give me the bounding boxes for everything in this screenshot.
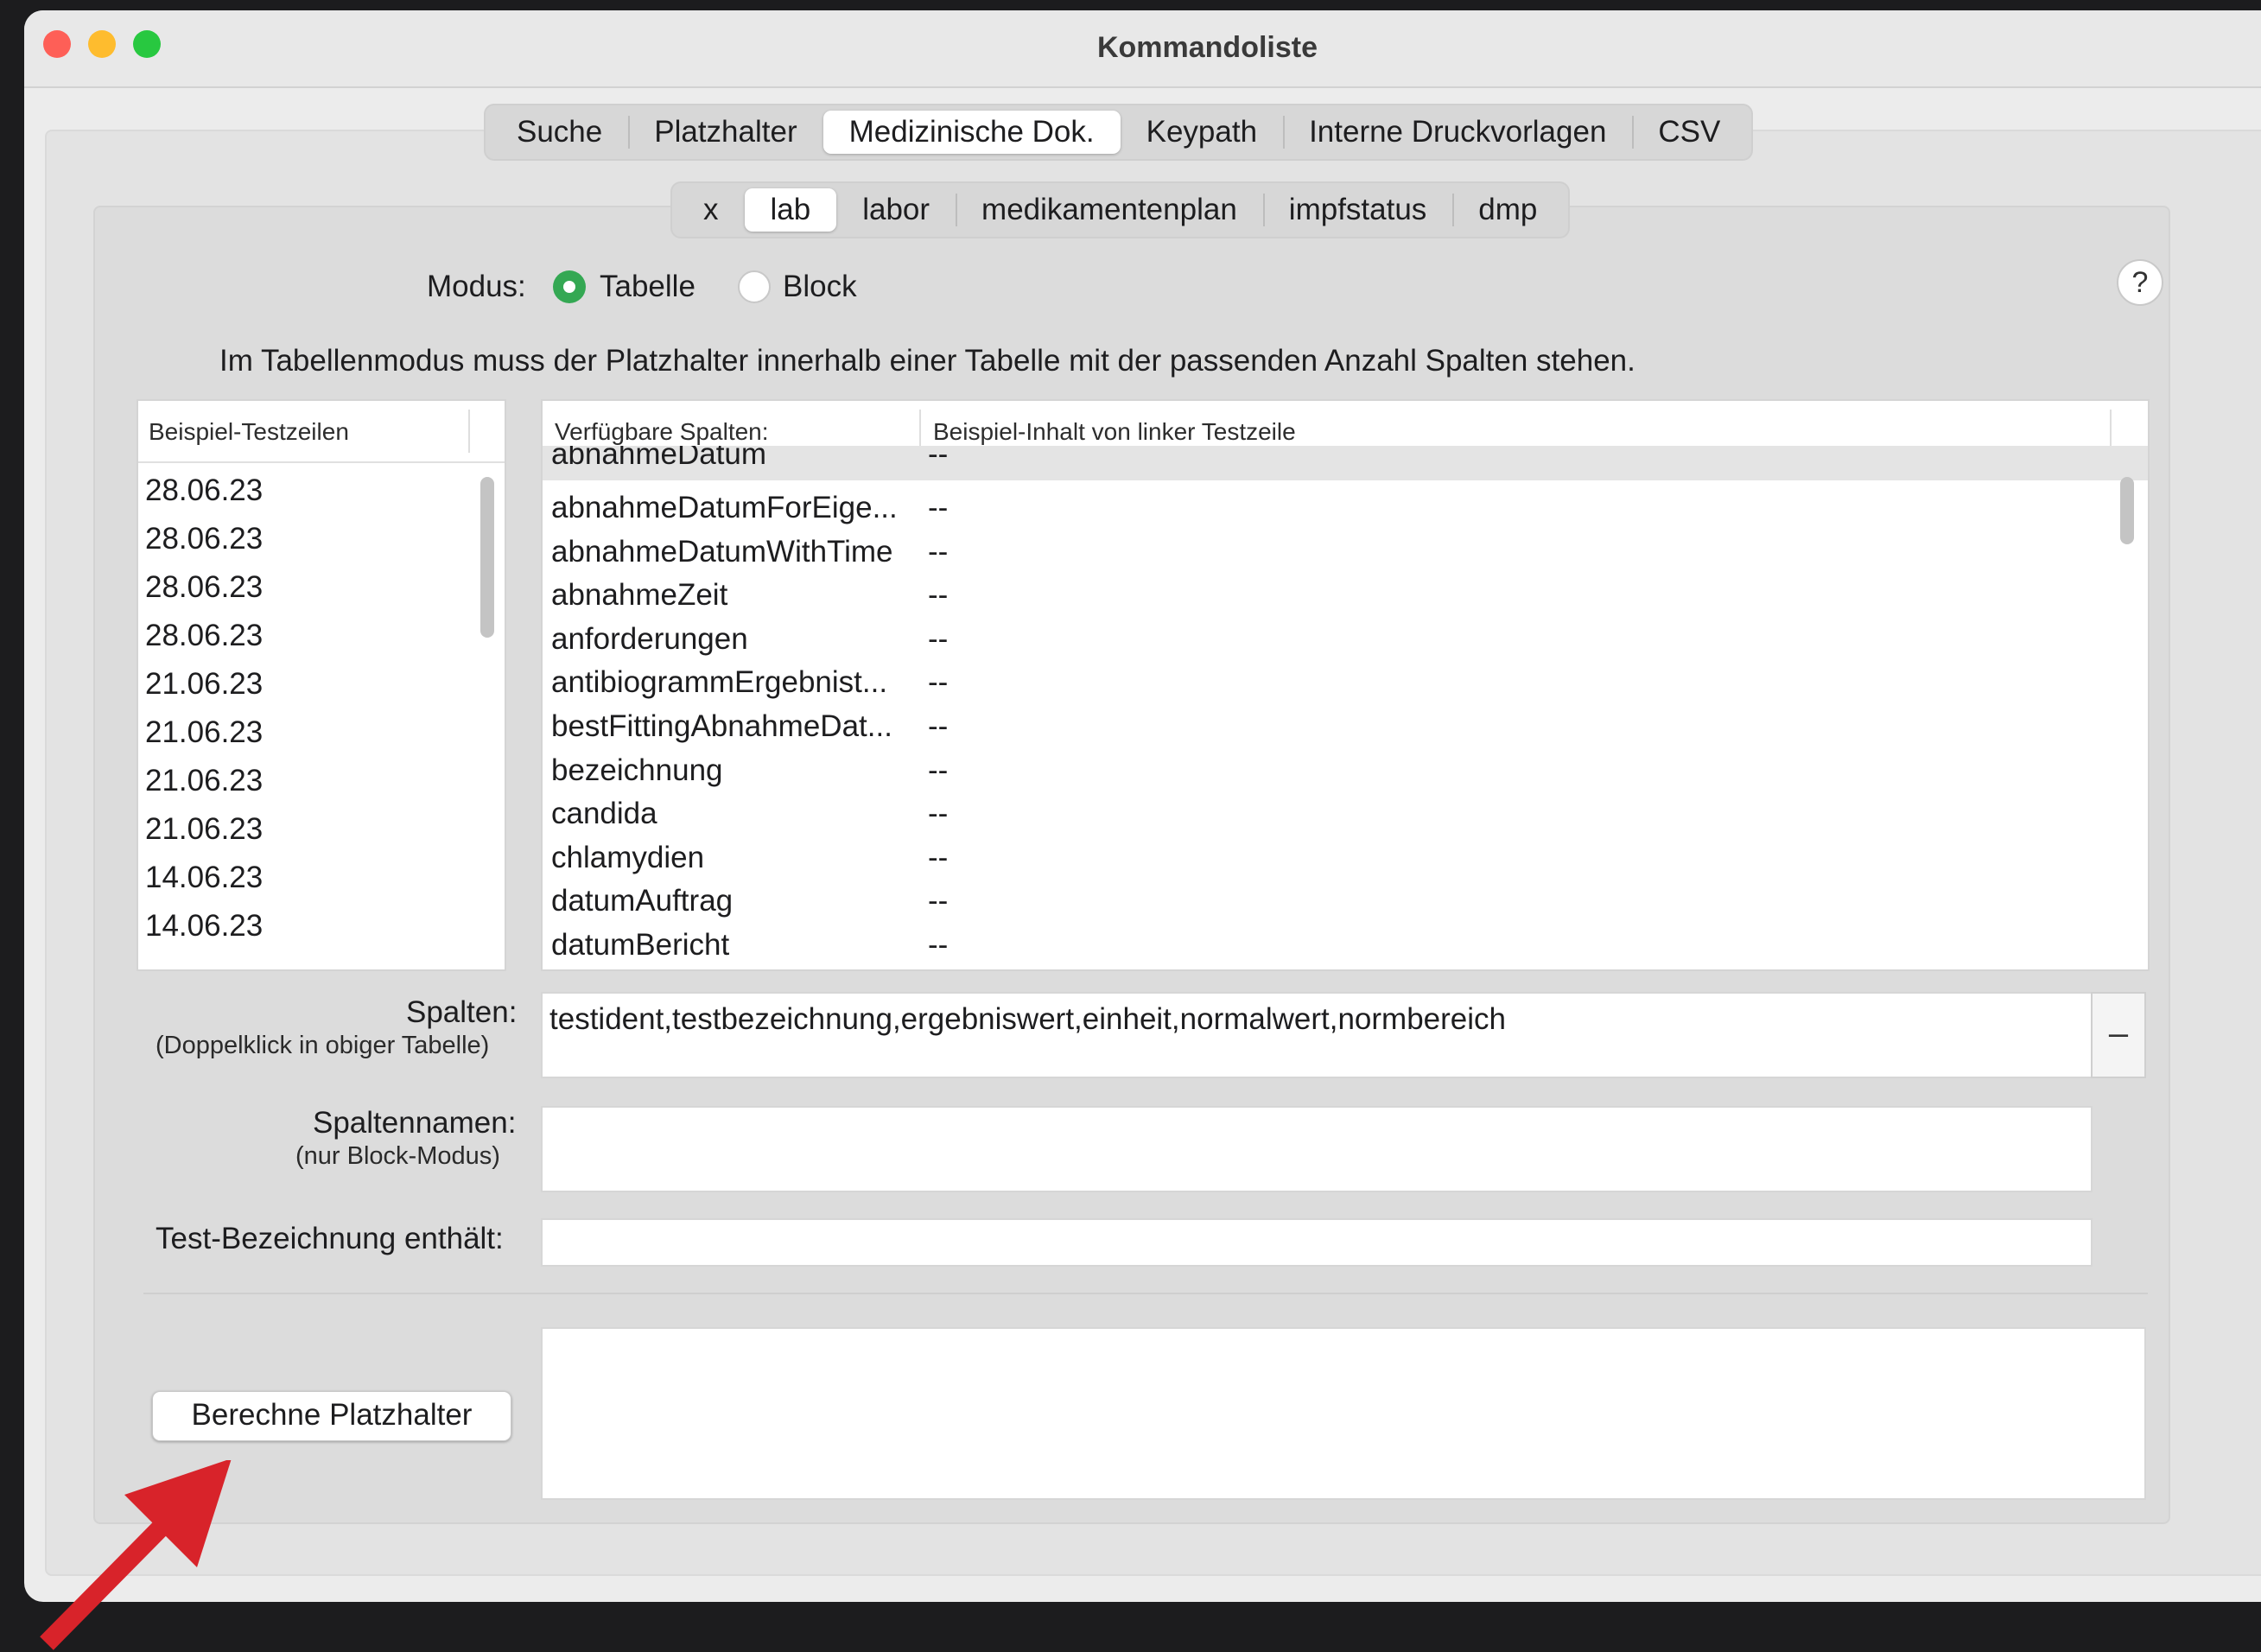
result-output-area[interactable] [541, 1327, 2146, 1500]
compute-placeholder-button[interactable]: Berechne Platzhalter [152, 1391, 511, 1441]
section-divider [143, 1293, 2148, 1294]
column-row-name: chlamydien [551, 840, 705, 874]
subtab-impfstatus[interactable]: impfstatus [1262, 188, 1453, 232]
columns-header-example[interactable]: Beispiel-Inhalt von linker Testzeile [933, 418, 1296, 446]
columns-input-value: testident,testbezeichnung,ergebniswert,e… [549, 1002, 1506, 1036]
subtab-medikamentenplan[interactable]: medikamentenplan [956, 188, 1263, 232]
column-row-example: -- [928, 753, 949, 787]
test-rows-table: Beispiel-Testzeilen 28.06.23 28.06.23 28.0… [137, 399, 506, 971]
column-row-name: abnahmeDatumWithTime [551, 534, 893, 569]
test-name-input[interactable] [541, 1218, 2093, 1267]
mode-option-table-label[interactable]: Tabelle [600, 270, 695, 304]
test-rows-scrollbar[interactable] [480, 477, 494, 638]
subtab-x[interactable]: x [677, 188, 745, 232]
column-row-example: -- [928, 840, 949, 874]
column-row-example: -- [928, 491, 949, 524]
columns-input[interactable]: testident,testbezeichnung,ergebniswert,e… [541, 992, 2093, 1078]
test-row[interactable]: 28.06.23 [145, 570, 505, 605]
titlebar: Kommandoliste [24, 10, 2261, 88]
column-row-name: abnahmeDatumForEige... [551, 491, 898, 524]
mode-radio-block[interactable] [738, 270, 771, 303]
tab-suche[interactable]: Suche [491, 111, 628, 154]
test-row[interactable]: 21.06.23 [145, 764, 505, 798]
mode-label: Modus: [427, 270, 526, 303]
test-row-partial[interactable] [145, 957, 505, 969]
column-row-example: -- [928, 709, 949, 743]
column-row-example: -- [928, 884, 949, 918]
annotation-arrow-icon [40, 1460, 232, 1650]
column-row-name: antibiogrammErgebnist... [551, 665, 888, 700]
help-button[interactable]: ? [2117, 259, 2163, 306]
mode-radio-table[interactable] [553, 270, 586, 303]
column-row-example: -- [928, 578, 949, 613]
tab-interne-druckvorlagen[interactable]: Interne Druckvorlagen [1283, 111, 1632, 154]
remove-column-button[interactable]: – [2091, 992, 2146, 1078]
main-tab-bar: Suche Platzhalter Medizinische Dok. Keyp… [484, 104, 1754, 161]
column-row-example: -- [928, 928, 949, 962]
tab-csv[interactable]: CSV [1632, 111, 1746, 154]
columns-header-name[interactable]: Verfügbare Spalten: [555, 418, 769, 446]
test-row[interactable]: 14.06.23 [145, 909, 505, 944]
test-row[interactable]: 21.06.23 [145, 667, 505, 702]
column-row-name: bestFittingAbnahmeDat... [551, 709, 892, 743]
test-row[interactable]: 14.06.23 [145, 861, 505, 895]
columns-scrollbar[interactable] [2120, 477, 2134, 544]
info-text: Im Tabellenmodus muss der Platzhalter in… [219, 344, 1635, 378]
column-row-example: -- [928, 797, 949, 831]
column-row-example: -- [928, 665, 949, 700]
test-row[interactable]: 28.06.23 [145, 473, 505, 508]
test-rows-header-label[interactable]: Beispiel-Testzeilen [149, 418, 349, 446]
column-row-example: -- [928, 621, 949, 656]
spalten-label: Spalten: [406, 995, 518, 1029]
tab-keypath[interactable]: Keypath [1121, 111, 1283, 154]
test-rows-header: Beispiel-Testzeilen [138, 401, 505, 463]
column-row-name: bezeichnung [551, 753, 723, 787]
column-row-name: datumAuftrag [551, 884, 734, 918]
test-name-label: Test-Bezeichnung enthält: [156, 1222, 504, 1255]
column-row-name: candida [551, 797, 657, 831]
column-row-selected[interactable]: abnahmeDatum -- [543, 446, 2148, 480]
test-row[interactable]: 21.06.23 [145, 715, 505, 750]
spalten-sublabel: (Doppelklick in obiger Tabelle) [156, 1032, 490, 1059]
columns-table: Verfügbare Spalten: Beispiel-Inhalt von … [541, 399, 2150, 971]
column-names-input[interactable] [541, 1106, 2093, 1192]
subtab-labor[interactable]: labor [836, 188, 956, 232]
subtab-lab[interactable]: lab [744, 188, 837, 232]
test-row[interactable]: 28.06.23 [145, 522, 505, 556]
mode-option-block-label[interactable]: Block [783, 270, 857, 304]
spaltennamen-sublabel: (nur Block-Modus) [295, 1142, 500, 1170]
column-row-example: -- [928, 534, 949, 569]
tab-medizinische-dok[interactable]: Medizinische Dok. [822, 111, 1121, 154]
test-row[interactable]: 21.06.23 [145, 812, 505, 847]
column-row-name: datumBericht [551, 928, 730, 962]
subtab-dmp[interactable]: dmp [1452, 188, 1563, 232]
column-row-name: abnahmeZeit [551, 578, 728, 613]
window-title: Kommandoliste [1096, 31, 1318, 64]
test-row[interactable]: 28.06.23 [145, 619, 505, 653]
sub-tab-bar: x lab labor medikamentenplan impfstatus … [670, 181, 1571, 238]
column-row-name: anforderungen [551, 621, 748, 656]
spaltennamen-label: Spaltennamen: [313, 1106, 517, 1140]
tab-platzhalter[interactable]: Platzhalter [628, 111, 822, 154]
